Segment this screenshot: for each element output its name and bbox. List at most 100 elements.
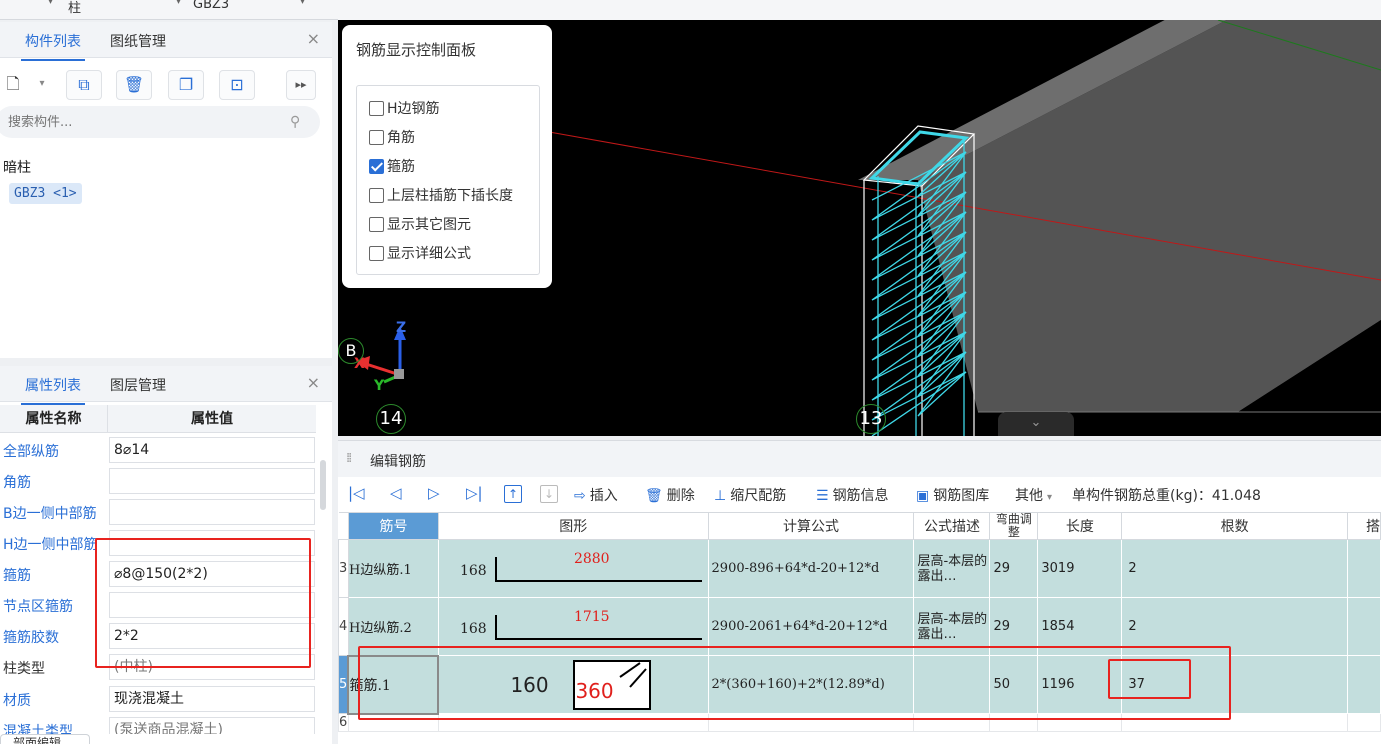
col-header-lap[interactable]: 搭 — [1346, 512, 1381, 540]
component-item[interactable]: GBZ3 <1> — [9, 183, 82, 204]
first-row-icon[interactable]: |◁ — [348, 484, 365, 502]
new-component-icon[interactable]: 🗋 — [0, 70, 28, 100]
length-cell[interactable]: 1854 — [1037, 597, 1123, 656]
lap-cell[interactable]: 0 — [1346, 539, 1381, 598]
chevron-down-icon[interactable]: ▾ — [34, 70, 50, 100]
property-scrollbar[interactable] — [320, 460, 326, 510]
bend-adjust-cell[interactable]: 29 — [989, 539, 1039, 598]
copy-icon[interactable]: ⧉ — [66, 70, 102, 100]
property-value-field[interactable]: (泵送商品混凝土) — [109, 717, 315, 734]
property-value-field[interactable]: (中柱) — [109, 654, 315, 680]
formula-cell[interactable] — [707, 713, 915, 732]
count-cell[interactable]: 2 — [1121, 597, 1348, 656]
property-value-field[interactable]: 8⌀14 — [109, 437, 315, 463]
close-icon[interactable]: × — [307, 373, 320, 392]
property-value-field[interactable] — [109, 499, 315, 525]
bar-name-cell[interactable]: H边纵筋.1 — [347, 539, 439, 598]
formula-desc-cell[interactable] — [913, 655, 991, 714]
formula-cell[interactable]: 2900-2061+64*d-20+12*d — [707, 597, 915, 656]
delete-button[interactable]: 🗑 删除 — [645, 485, 695, 505]
bar-name-cell[interactable]: H边纵筋.2 — [347, 597, 439, 656]
search-input[interactable] — [0, 106, 320, 138]
checkbox-checked[interactable] — [369, 159, 384, 174]
property-value-field[interactable] — [109, 468, 315, 494]
option-corner-rebar[interactable]: 角筋 — [369, 127, 415, 147]
delete-icon[interactable]: 🗑 — [116, 70, 152, 100]
bar-name-cell[interactable] — [347, 713, 439, 732]
formula-desc-cell[interactable]: 层高-本层的露出… — [913, 597, 991, 656]
property-value-field[interactable] — [109, 530, 315, 556]
section-edit-tab[interactable]: 部面编辑 — [0, 734, 90, 744]
shape-cell[interactable] — [437, 713, 709, 732]
table-row[interactable]: 6 — [338, 713, 1381, 732]
shape-cell[interactable]: 168 2880 — [437, 539, 709, 598]
property-value-field[interactable]: ⌀8@150(2*2) — [109, 561, 315, 587]
checkbox[interactable] — [369, 130, 384, 145]
checkbox[interactable] — [369, 101, 384, 116]
move-up-icon[interactable]: ↑ — [504, 485, 522, 503]
table-row[interactable]: 5 箍筋.1 160 360 2*(360+160)+2*(12.89*d) 5… — [338, 654, 1381, 715]
formula-desc-cell[interactable] — [913, 713, 991, 732]
more-icon[interactable]: ▸▸ — [286, 70, 316, 100]
lap-cell[interactable] — [1346, 713, 1381, 732]
search-icon[interactable]: ⚲ — [290, 114, 300, 130]
option-h-edge-rebar[interactable]: H边钢筋 — [369, 98, 440, 118]
property-value-field[interactable]: 现浇混凝土 — [109, 686, 315, 712]
table-row[interactable]: 3 H边纵筋.1 168 2880 2900-896+64*d-20+12*d … — [338, 539, 1381, 598]
formula-desc-cell[interactable]: 层高-本层的露出… — [913, 539, 991, 598]
col-header-length[interactable]: 长度 — [1037, 512, 1123, 540]
collapse-handle[interactable]: ⌄ — [998, 412, 1074, 436]
insert-button[interactable]: ⇨ 插入 — [574, 485, 618, 505]
chevron-down-icon[interactable]: ▾ — [176, 0, 181, 7]
length-cell[interactable] — [1037, 713, 1123, 732]
chevron-down-icon[interactable]: ▾ — [48, 0, 53, 7]
tab-property-list[interactable]: 属性列表 — [21, 375, 85, 405]
component-type-dropdown[interactable]: 柱 — [68, 0, 81, 17]
rebar-info-button[interactable]: ☰ 钢筋信息 — [816, 485, 889, 505]
save-to-library-icon[interactable]: ⊡ — [219, 70, 255, 100]
close-icon[interactable]: × — [307, 29, 320, 48]
col-header-bar-number[interactable]: 筋号 — [347, 512, 439, 540]
bar-name-cell[interactable]: 箍筋.1 — [347, 654, 440, 715]
col-header-shape[interactable]: 图形 — [437, 512, 709, 540]
property-value-field[interactable] — [109, 592, 315, 618]
chevron-down-icon[interactable]: ▾ — [300, 0, 305, 7]
option-show-detail-formula[interactable]: 显示详细公式 — [369, 243, 471, 263]
duplicate-icon[interactable]: ❐ — [168, 70, 204, 100]
lap-cell[interactable]: 0 — [1346, 655, 1381, 714]
option-stirrup[interactable]: 箍筋 — [369, 156, 415, 176]
option-upper-column-dowel[interactable]: 上层柱插筋下插长度 — [369, 185, 513, 205]
formula-cell[interactable]: 2900-896+64*d-20+12*d — [707, 539, 915, 598]
count-cell[interactable]: 2 — [1121, 539, 1348, 598]
tab-drawing-management[interactable]: 图纸管理 — [110, 31, 166, 51]
tab-layer-management[interactable]: 图层管理 — [110, 375, 166, 395]
table-row[interactable]: 4 H边纵筋.2 168 1715 2900-2061+64*d-20+12*d… — [338, 597, 1381, 656]
checkbox[interactable] — [369, 246, 384, 261]
length-cell[interactable]: 3019 — [1037, 539, 1123, 598]
bend-adjust-cell[interactable]: 29 — [989, 597, 1039, 656]
shape-cell[interactable]: 160 360 — [437, 655, 709, 714]
col-header-count[interactable]: 根数 — [1121, 512, 1348, 540]
bend-adjust-cell[interactable]: 50 — [989, 655, 1039, 714]
col-header-formula[interactable]: 计算公式 — [707, 512, 915, 540]
formula-cell[interactable]: 2*(360+160)+2*(12.89*d) — [707, 655, 915, 714]
shape-cell[interactable]: 168 1715 — [437, 597, 709, 656]
option-show-other-elements[interactable]: 显示其它图元 — [369, 214, 471, 234]
lap-cell[interactable]: 0 — [1346, 597, 1381, 656]
tab-component-list[interactable]: 构件列表 — [21, 31, 85, 61]
bend-adjust-cell[interactable] — [989, 713, 1039, 732]
scale-rebar-button[interactable]: ⊥ 缩尺配筋 — [714, 485, 786, 505]
count-cell[interactable]: 37 — [1121, 655, 1348, 714]
checkbox[interactable] — [369, 188, 384, 203]
drag-grip-icon[interactable]: ⁞⁞ — [346, 451, 352, 466]
3d-viewport[interactable]: Z X Y B 14 13 ⌄ 钢筋显示控制面板 H边钢筋 角筋 箍筋 上层柱插… — [338, 20, 1381, 436]
next-row-icon[interactable]: ▷ — [428, 484, 440, 502]
col-header-bend-adjust[interactable]: 弯曲调整 — [989, 512, 1039, 540]
rebar-library-button[interactable]: ▣ 钢筋图库 — [916, 485, 989, 505]
component-name-dropdown[interactable]: GBZ3 — [193, 0, 229, 17]
col-header-formula-desc[interactable]: 公式描述 — [913, 512, 991, 540]
checkbox[interactable] — [369, 217, 384, 232]
prev-row-icon[interactable]: ◁ — [390, 484, 402, 502]
count-cell[interactable] — [1121, 713, 1348, 732]
last-row-icon[interactable]: ▷| — [466, 484, 483, 502]
